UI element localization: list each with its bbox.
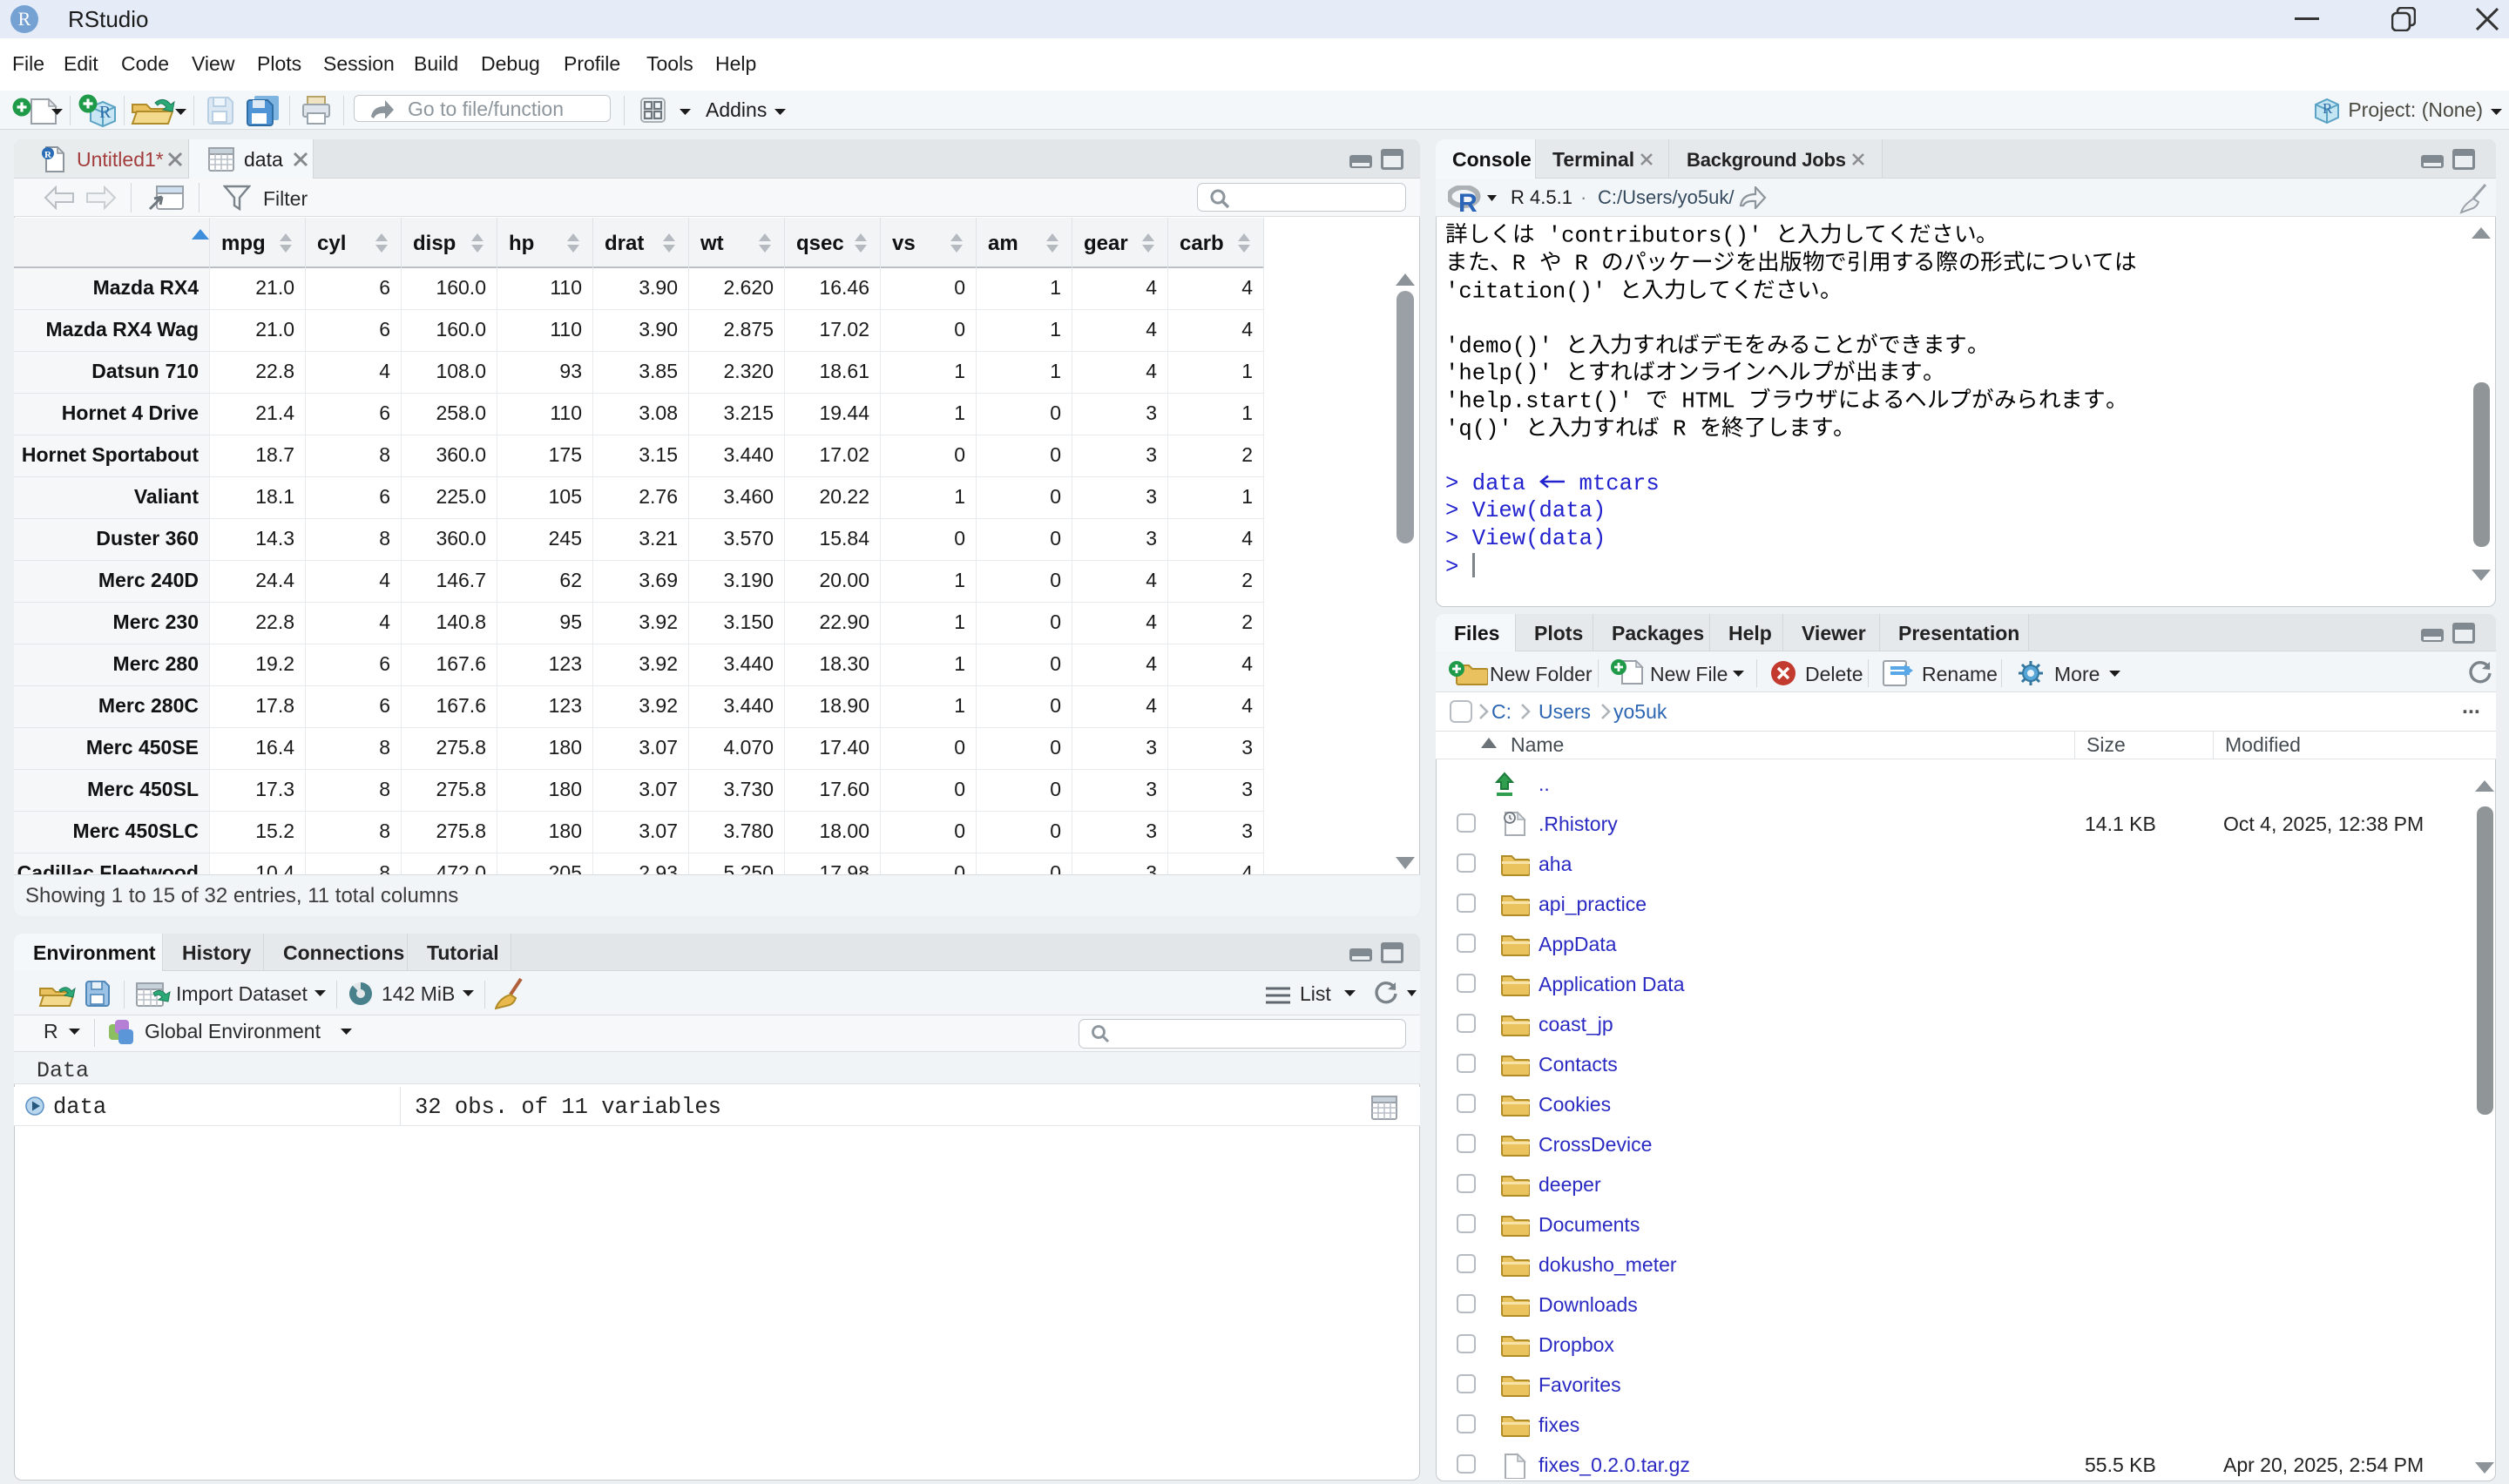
svg-text:R: R bbox=[18, 8, 31, 30]
svg-text:R: R bbox=[44, 150, 52, 160]
svg-text:R: R bbox=[2323, 100, 2333, 117]
svg-text:R: R bbox=[99, 103, 112, 122]
